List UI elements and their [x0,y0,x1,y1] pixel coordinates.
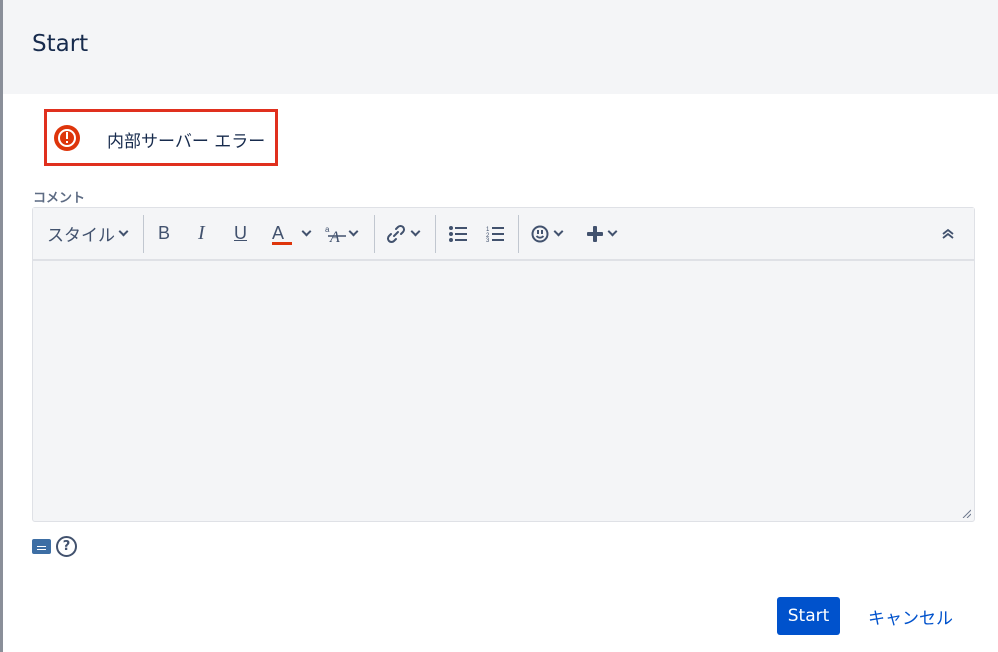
numbered-list-button[interactable]: 1 2 3 [486,208,504,259]
chevron-down-icon [301,226,312,236]
numbered-list-icon: 1 2 3 [486,226,504,242]
emoji-icon [531,225,549,242]
link-icon [386,224,406,243]
collapse-icon [942,228,954,239]
bold-button[interactable]: B [158,208,170,259]
toolbar-divider [374,215,375,253]
text-color-icon: A [272,223,285,243]
style-dropdown-label: スタイル [47,226,115,246]
editor-toolbar: スタイル B I U A a A 1 2 3 [33,208,974,261]
text-color-dropdown[interactable] [298,208,312,259]
help-icon[interactable]: ? [56,536,77,557]
plus-icon [587,225,603,242]
error-message-box: 内部サーバー エラー [44,109,278,166]
emoji-button[interactable] [531,208,564,259]
comment-label: コメント [33,191,86,206]
underline-button[interactable]: U [234,208,247,259]
chevron-down-icon [348,226,359,236]
italic-icon: I [198,222,205,244]
bold-icon: B [158,223,171,243]
dialog-header: Start [3,0,998,94]
insert-button[interactable] [587,208,618,259]
italic-button[interactable]: I [198,208,205,259]
link-button[interactable] [386,208,421,259]
folder-icon[interactable] [32,539,51,554]
style-dropdown[interactable]: スタイル [47,208,129,259]
cancel-button[interactable]: キャンセル [868,597,953,635]
toolbar-divider [435,215,436,253]
text-color-swatch [272,242,292,245]
text-color-button[interactable]: A [272,208,292,259]
comment-textarea[interactable] [33,261,974,521]
chevron-down-icon [553,226,564,236]
format-icon: a A [325,225,346,245]
toolbar-divider [518,215,519,253]
bullet-list-button[interactable] [449,208,467,259]
chevron-down-icon [118,226,129,236]
chevron-down-icon [607,226,618,236]
background-edge [0,0,3,652]
collapse-toolbar-button[interactable] [941,208,955,259]
start-button[interactable]: Start [777,597,840,635]
svg-text:A: A [329,229,340,245]
resize-handle-icon[interactable] [962,509,971,518]
underline-icon: U [234,223,247,243]
more-formatting-button[interactable]: a A [324,208,359,259]
error-message-text: 内部サーバー エラー [107,132,266,152]
dialog-title: Start [32,31,89,57]
bullet-list-icon [449,225,467,242]
toolbar-divider [143,215,144,253]
editor-footer-icons: ? [32,536,77,557]
error-icon [54,125,80,151]
svg-text:3: 3 [486,238,490,242]
chevron-down-icon [410,226,421,236]
comment-editor: スタイル B I U A a A 1 2 3 [32,207,975,522]
